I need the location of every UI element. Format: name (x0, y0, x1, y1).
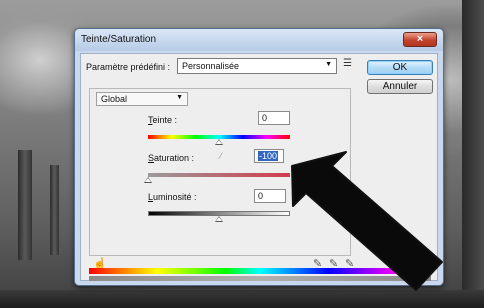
colorize-label[interactable]: finir (387, 250, 402, 260)
color-spectrum-bar (89, 268, 431, 274)
ok-button[interactable]: OK (367, 60, 433, 75)
preset-value: Personnalisée (182, 61, 240, 71)
hue-label: Teinte : (148, 115, 178, 125)
preset-label: Paramètre prédéfini : (86, 62, 171, 72)
dialog-content: Paramètre prédéfini : Personnalisée ▼ ☰ … (80, 53, 438, 281)
photo-frame-edge (0, 290, 484, 308)
tree-trunk (18, 150, 32, 260)
tree-trunk (50, 165, 59, 255)
adjustment-group: Global ▼ Teinte : 0 Saturation : ⁄ -100 … (89, 88, 351, 256)
saturation-slider-thumb[interactable] (144, 177, 152, 183)
chevron-down-icon: ▼ (176, 94, 183, 101)
title-bar[interactable]: Teinte/Saturation × (75, 29, 443, 51)
lightness-input[interactable]: 0 (254, 189, 286, 203)
color-spectrum-result-bar (89, 276, 431, 281)
cancel-button[interactable]: Annuler (367, 79, 433, 94)
cursor-icon: ⁄ (220, 151, 222, 161)
close-button[interactable]: × (403, 32, 437, 47)
hue-input[interactable]: 0 (258, 111, 290, 125)
channel-dropdown[interactable]: Global ▼ (96, 92, 188, 106)
hue-saturation-dialog: Teinte/Saturation × Paramètre prédéfini … (74, 28, 444, 286)
list-menu-icon[interactable]: ☰ (343, 58, 352, 69)
saturation-label: Saturation : (148, 153, 195, 163)
saturation-slider-track[interactable] (148, 173, 290, 177)
lightness-slider-thumb[interactable] (215, 216, 223, 222)
hue-slider-thumb[interactable] (215, 139, 223, 145)
saturation-input[interactable]: -100 (254, 149, 284, 163)
window-title: Teinte/Saturation (81, 34, 157, 45)
photo-frame-edge (462, 0, 484, 308)
channel-value: Global (101, 94, 128, 104)
preset-dropdown[interactable]: Personnalisée ▼ (177, 58, 337, 74)
chevron-down-icon: ▼ (325, 61, 332, 68)
lightness-label: Luminosité : (148, 192, 197, 202)
